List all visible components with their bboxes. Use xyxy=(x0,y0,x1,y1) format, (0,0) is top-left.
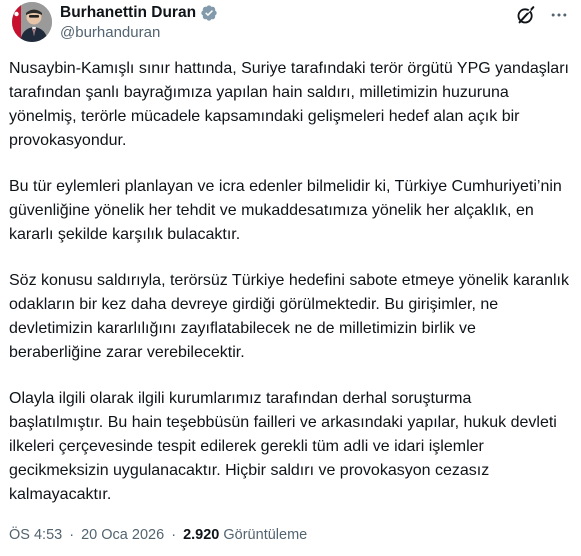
avatar[interactable] xyxy=(12,2,52,42)
author-name-row: Burhanettin Duran xyxy=(60,4,218,22)
tweet-time[interactable]: ÖS 4:53 xyxy=(9,527,62,543)
avatar-image xyxy=(12,2,52,42)
more-icon[interactable] xyxy=(547,4,571,26)
tweet-meta: ÖS 4:53 · 20 Oca 2026 · 2.920 Görüntülem… xyxy=(9,527,307,543)
author-display-name[interactable]: Burhanettin Duran xyxy=(60,4,196,22)
meta-separator: · xyxy=(69,527,75,543)
views-count: 2.920 xyxy=(183,527,220,543)
grok-icon[interactable] xyxy=(515,4,537,26)
tweet-paragraph: Söz konusu saldırıyla, terörsüz Türkiye … xyxy=(9,272,569,361)
tweet-paragraph: Nusaybin-Kamışlı sınır hattında, Suriye … xyxy=(9,60,569,149)
meta-separator: · xyxy=(171,527,177,543)
tweet-text: Nusaybin-Kamışlı sınır hattında, Suriye … xyxy=(9,57,569,507)
tweet-date[interactable]: 20 Oca 2026 xyxy=(81,527,164,543)
verified-badge-icon xyxy=(200,4,218,22)
views-label: Görüntüleme xyxy=(223,527,308,543)
tweet-paragraph: Bu tür eylemleri planlayan ve icra edenl… xyxy=(9,178,562,243)
author-handle[interactable]: @burhanduran xyxy=(60,24,160,41)
tweet-header: Burhanettin Duran @burhanduran xyxy=(8,0,573,48)
tweet-paragraph: Olayla ilgili olarak ilgili kurumlarımız… xyxy=(9,390,557,503)
